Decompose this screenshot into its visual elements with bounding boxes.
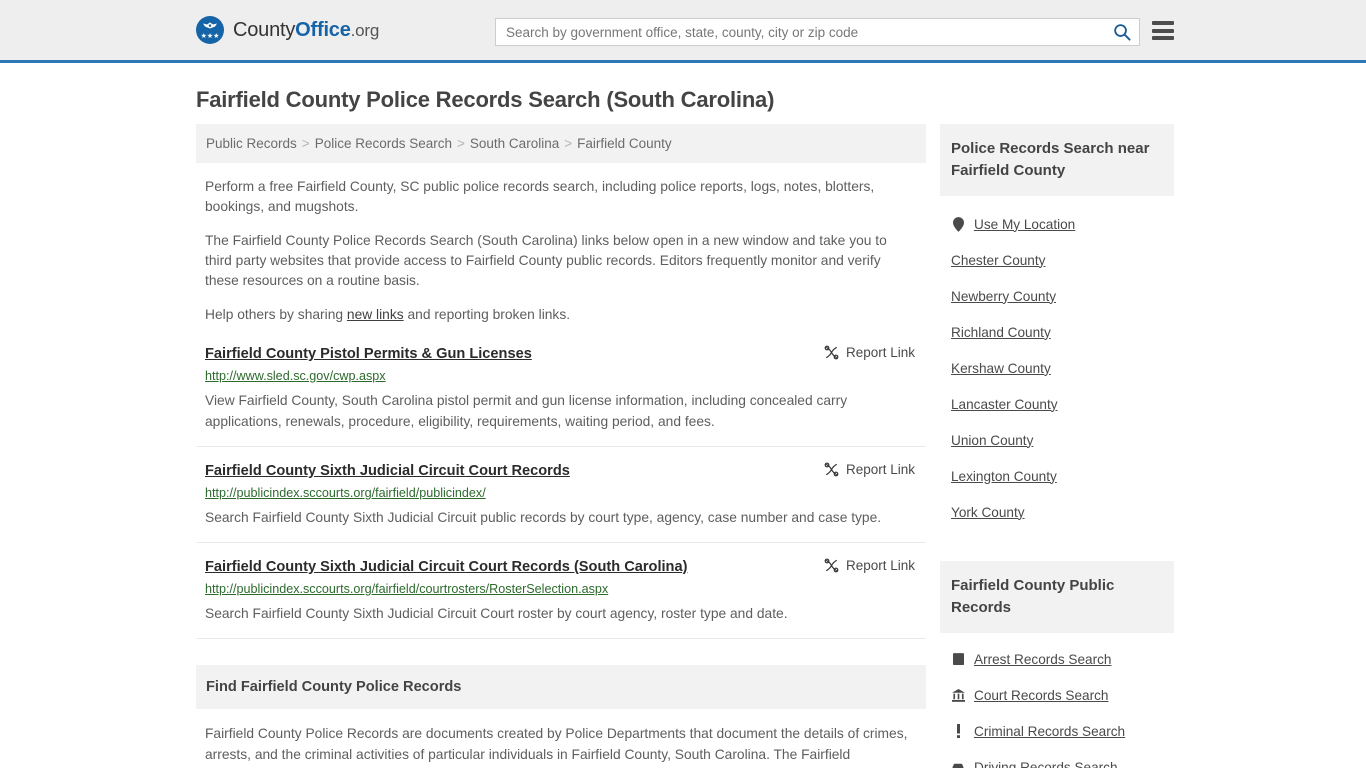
sidebar-link-label[interactable]: Lexington County xyxy=(951,469,1057,484)
intro-text: Perform a free Fairfield County, SC publ… xyxy=(196,177,926,325)
report-link-label: Report Link xyxy=(845,558,915,573)
find-section-body: Fairfield County Police Records are docu… xyxy=(205,726,908,762)
listing-description: View Fairfield County, South Carolina pi… xyxy=(205,393,848,429)
sidebar-item-newberry-county[interactable]: Newberry County xyxy=(940,278,1174,314)
sidebar-link-label[interactable]: Kershaw County xyxy=(951,361,1051,376)
listing-item: Fairfield County Sixth Judicial Circuit … xyxy=(196,552,926,639)
report-link-label: Report Link xyxy=(845,462,915,477)
listing-item: Fairfield County Sixth Judicial Circuit … xyxy=(196,456,926,543)
sidebar-item-criminal-records-search[interactable]: Criminal Records Search xyxy=(940,713,1174,749)
sidebar: Police Records Search near Fairfield Cou… xyxy=(940,113,1174,768)
breadcrumb: Public Records > Police Records Search > Sou… xyxy=(196,124,926,163)
broken-link-icon xyxy=(824,345,839,360)
sidebar-item-chester-county[interactable]: Chester County xyxy=(940,242,1174,278)
intro-paragraph-1: Perform a free Fairfield County, SC publ… xyxy=(205,179,875,214)
page-title: Fairfield County Police Records Search (… xyxy=(196,87,775,112)
hamburger-bar xyxy=(1152,21,1174,25)
courthouse-icon xyxy=(951,688,965,702)
hamburger-bar xyxy=(1152,28,1174,33)
listing-title-link[interactable]: Fairfield County Sixth Judicial Circuit … xyxy=(205,557,687,577)
sidebar-nearby-heading: Police Records Search near Fairfield Cou… xyxy=(940,124,1174,196)
report-link-button[interactable]: Report Link xyxy=(824,344,915,360)
search-input[interactable] xyxy=(496,19,1105,45)
sidebar-item-use-my-location[interactable]: Use My Location xyxy=(940,206,1174,242)
fingerprint-icon xyxy=(951,652,965,666)
hamburger-menu-icon[interactable] xyxy=(1152,21,1174,40)
intro-paragraph-3: Help others by sharing new links and rep… xyxy=(205,305,917,325)
breadcrumb-item-police-records-search[interactable]: Police Records Search xyxy=(315,136,452,151)
sidebar-item-lancaster-county[interactable]: Lancaster County xyxy=(940,386,1174,422)
sidebar-link-label[interactable]: Criminal Records Search xyxy=(974,724,1125,739)
new-links-link[interactable]: new links xyxy=(347,307,404,322)
sidebar-item-richland-county[interactable]: Richland County xyxy=(940,314,1174,350)
sidebar-item-arrest-records-search[interactable]: Arrest Records Search xyxy=(940,641,1174,677)
search-icon xyxy=(1114,24,1131,41)
sidebar-link-label[interactable]: Arrest Records Search xyxy=(974,652,1112,667)
brand-part-office: Office xyxy=(295,18,351,41)
sidebar-link-label[interactable]: Richland County xyxy=(951,325,1051,340)
listing-url[interactable]: http://publicindex.sccourts.org/fairfiel… xyxy=(205,485,917,502)
eagle-icon xyxy=(203,22,217,29)
map-pin-icon xyxy=(951,216,965,232)
brand-part-tld: .org xyxy=(350,20,380,40)
breadcrumb-item-south-carolina[interactable]: South Carolina xyxy=(470,136,559,151)
listing-item: Fairfield County Pistol Permits & Gun Li… xyxy=(196,339,926,447)
site-header: ★★★ CountyOffice.org xyxy=(0,0,1366,63)
countyoffice-eagle-logo-icon: ★★★ xyxy=(196,16,224,44)
breadcrumb-separator: > xyxy=(564,136,573,151)
breadcrumb-item-public-records[interactable]: Public Records xyxy=(206,136,297,151)
main-content: Public Records > Police Records Search > Sou… xyxy=(196,113,926,768)
brand-wordmark: CountyOffice.org xyxy=(233,19,379,42)
listing-description: Search Fairfield County Sixth Judicial C… xyxy=(205,510,882,525)
stars-icon: ★★★ xyxy=(200,33,220,40)
sidebar-item-union-county[interactable]: Union County xyxy=(940,422,1174,458)
sidebar-link-label[interactable]: Court Records Search xyxy=(974,688,1108,703)
search-submit-button[interactable] xyxy=(1105,19,1139,45)
sidebar-public-records-list: Arrest Records Search Court Records Sear… xyxy=(940,641,1174,768)
listing-url[interactable]: http://www.sled.sc.gov/cwp.aspx xyxy=(205,368,917,385)
intro-paragraph-2: The Fairfield County Police Records Sear… xyxy=(205,233,887,288)
listing-title-link[interactable]: Fairfield County Pistol Permits & Gun Li… xyxy=(205,344,532,364)
sidebar-nearby-list: Use My Location Chester County Newberry … xyxy=(940,206,1174,530)
sidebar-item-driving-records-search[interactable]: Driving Records Search xyxy=(940,749,1174,768)
listing-url[interactable]: http://publicindex.sccourts.org/fairfiel… xyxy=(205,581,917,598)
report-link-label: Report Link xyxy=(845,345,915,360)
exclamation-icon xyxy=(951,724,965,738)
site-search xyxy=(495,18,1140,46)
listing-header: Fairfield County Sixth Judicial Circuit … xyxy=(205,557,917,577)
sidebar-item-kershaw-county[interactable]: Kershaw County xyxy=(940,350,1174,386)
sidebar-item-court-records-search[interactable]: Court Records Search xyxy=(940,677,1174,713)
share-text-before: Help others by sharing xyxy=(205,307,347,322)
report-link-button[interactable]: Report Link xyxy=(824,557,915,573)
breadcrumb-separator: > xyxy=(457,136,465,151)
sidebar-public-records-heading: Fairfield County Public Records xyxy=(940,561,1174,633)
sidebar-link-label[interactable]: Union County xyxy=(951,433,1033,448)
sidebar-link-label[interactable]: Driving Records Search xyxy=(974,760,1118,768)
sidebar-item-lexington-county[interactable]: Lexington County xyxy=(940,458,1174,494)
broken-link-icon xyxy=(824,558,839,573)
page-body: Public Records > Police Records Search > Sou… xyxy=(0,113,1366,768)
listing-title-link[interactable]: Fairfield County Sixth Judicial Circuit … xyxy=(205,461,570,481)
car-icon xyxy=(951,762,965,768)
breadcrumb-item-fairfield-county[interactable]: Fairfield County xyxy=(577,136,672,151)
site-logo[interactable]: ★★★ CountyOffice.org xyxy=(196,16,379,44)
sidebar-link-label[interactable]: Use My Location xyxy=(974,217,1075,232)
hamburger-bar xyxy=(1152,36,1174,40)
broken-link-icon xyxy=(824,462,839,477)
sidebar-item-york-county[interactable]: York County xyxy=(940,494,1174,530)
sidebar-link-label[interactable]: Newberry County xyxy=(951,289,1056,304)
report-link-button[interactable]: Report Link xyxy=(824,461,915,477)
find-section-heading: Find Fairfield County Police Records xyxy=(196,665,926,709)
listing-header: Fairfield County Sixth Judicial Circuit … xyxy=(205,461,917,481)
breadcrumb-separator: > xyxy=(301,136,310,151)
listing-description: Search Fairfield County Sixth Judicial C… xyxy=(205,606,788,621)
sidebar-link-label[interactable]: York County xyxy=(951,505,1025,520)
listing-header: Fairfield County Pistol Permits & Gun Li… xyxy=(205,344,917,364)
sidebar-link-label[interactable]: Chester County xyxy=(951,253,1045,268)
sidebar-link-label[interactable]: Lancaster County xyxy=(951,397,1058,412)
share-text-after: and reporting broken links. xyxy=(403,307,571,322)
brand-part-county: County xyxy=(233,18,296,41)
